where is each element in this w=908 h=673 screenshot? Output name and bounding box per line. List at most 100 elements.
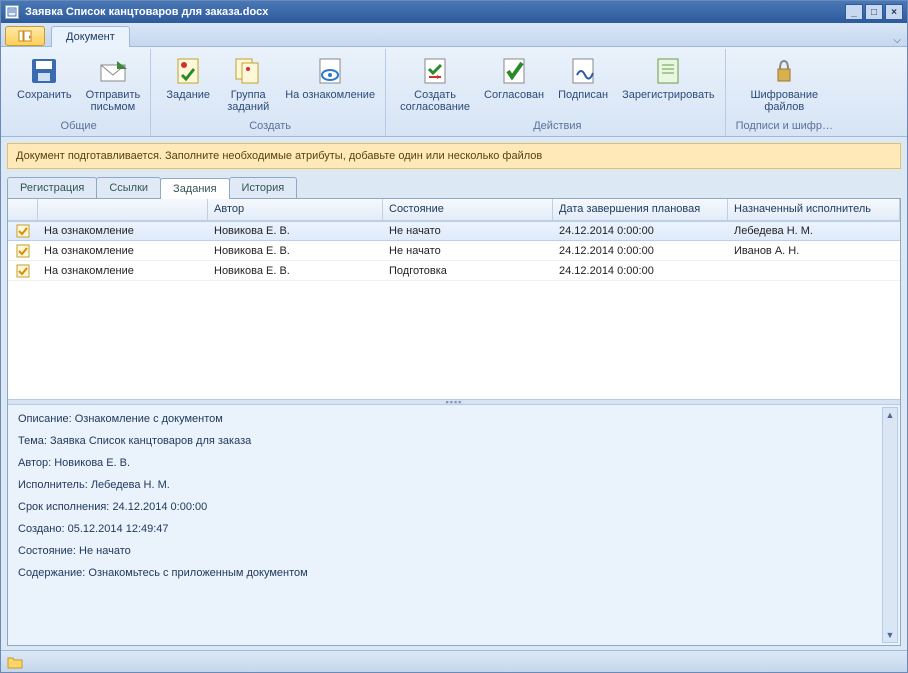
ribbon-button-label: Сохранить: [17, 89, 72, 101]
col-state[interactable]: Состояние: [383, 199, 553, 220]
desc-value: Ознакомление с документом: [75, 413, 223, 425]
maximize-button[interactable]: □: [865, 4, 883, 20]
ribbon-group: Создатьсогласование Согласован Подписан Зар…: [390, 49, 726, 136]
ribbon-taskgroup-button[interactable]: Группазаданий: [221, 53, 275, 115]
tab-2[interactable]: Задания: [160, 178, 229, 199]
folder-icon[interactable]: [7, 655, 23, 669]
content-value: Ознакомьтесь с приложенным документом: [88, 567, 307, 579]
created-label: Создано:: [18, 523, 65, 535]
status-bar: [1, 650, 907, 672]
cell-assignee: Лебедева Н. М.: [728, 223, 900, 239]
state-label: Состояние:: [18, 545, 76, 557]
task-icon: [8, 262, 38, 280]
ribbon-group: Шифрованиефайлов Подписи и шифр…: [730, 49, 839, 136]
cell-assignee: [728, 269, 900, 273]
table-row[interactable]: На ознакомлениеНовикова Е. В.Не начато24…: [8, 241, 900, 261]
details-scrollbar[interactable]: ▲ ▼: [882, 407, 898, 643]
grid-header: Автор Состояние Дата завершения плановая…: [8, 199, 900, 221]
ribbon-button-label: Подписан: [558, 89, 608, 101]
cell-state: Не начато: [383, 243, 553, 259]
ribbon-button-label: Создатьсогласование: [400, 89, 470, 113]
cell-state: Не начато: [383, 223, 553, 239]
col-name[interactable]: [38, 199, 208, 220]
col-author[interactable]: Автор: [208, 199, 383, 220]
ribbon-group: Сохранить Отправитьписьмом Общие: [7, 49, 151, 136]
ribbon-tab-document[interactable]: Документ: [51, 26, 130, 47]
assignee-value: Лебедева Н. М.: [91, 479, 170, 491]
tab-strip: РегистрацияСсылкиЗаданияИстория: [7, 175, 901, 199]
taskgroup-icon: [232, 55, 264, 87]
app-menu-button[interactable]: [5, 26, 45, 46]
ribbon-group-title: Общие: [61, 118, 97, 136]
deadline-label: Срок исполнения:: [18, 501, 109, 513]
splitter-grip-icon: ▪▪▪▪: [446, 400, 463, 404]
ribbon-button-label: Задание: [166, 89, 210, 101]
assignee-label: Исполнитель:: [18, 479, 88, 491]
register-icon: [652, 55, 684, 87]
cell-date: 24.12.2014 0:00:00: [553, 263, 728, 279]
window-title: Заявка Список канцтоваров для заказа.doc…: [25, 6, 268, 18]
task-icon: [8, 222, 38, 240]
cell-name: На ознакомление: [38, 263, 208, 279]
ribbon-group-title: Действия: [533, 118, 581, 136]
ribbon-button-label: Шифрованиефайлов: [750, 89, 818, 113]
col-date[interactable]: Дата завершения плановая: [553, 199, 728, 220]
cell-date: 24.12.2014 0:00:00: [553, 243, 728, 259]
save-icon: [28, 55, 60, 87]
col-icon[interactable]: [8, 199, 38, 220]
ribbon-button-label: Группазаданий: [227, 89, 269, 113]
ribbon-review-button[interactable]: На ознакомление: [281, 53, 379, 103]
ribbon-group: Задание Группазаданий На ознакомление Созда…: [155, 49, 386, 136]
cell-name: На ознакомление: [38, 223, 208, 239]
task-icon: [172, 55, 204, 87]
approve-icon: [419, 55, 451, 87]
ribbon-button-label: Зарегистрировать: [622, 89, 715, 101]
ribbon-collapse-button[interactable]: ⌵: [893, 35, 901, 46]
ribbon-tab-strip: Документ ⌵: [1, 23, 907, 47]
tab-1[interactable]: Ссылки: [96, 177, 161, 198]
author-label: Автор:: [18, 457, 51, 469]
ribbon: Сохранить Отправитьписьмом Общие Задание Гру…: [1, 47, 907, 137]
ribbon-task-button[interactable]: Задание: [161, 53, 215, 103]
ribbon-register-button[interactable]: Зарегистрировать: [618, 53, 719, 103]
ribbon-button-label: Отправитьписьмом: [86, 89, 141, 113]
cell-name: На ознакомление: [38, 243, 208, 259]
col-assignee[interactable]: Назначенный исполнитель: [728, 199, 900, 220]
close-button[interactable]: ×: [885, 4, 903, 20]
cell-assignee: Иванов А. Н.: [728, 243, 900, 259]
ribbon-button-label: Согласован: [484, 89, 544, 101]
approved-icon: [498, 55, 530, 87]
ribbon-encrypt-button[interactable]: Шифрованиефайлов: [746, 53, 822, 115]
ribbon-send-button[interactable]: Отправитьписьмом: [82, 53, 145, 115]
tab-3[interactable]: История: [229, 177, 298, 198]
cell-author: Новикова Е. В.: [208, 263, 383, 279]
document-icon: [5, 5, 19, 19]
author-value: Новикова Е. В.: [54, 457, 130, 469]
scroll-down-icon[interactable]: ▼: [883, 628, 897, 642]
minimize-button[interactable]: _: [845, 4, 863, 20]
topic-label: Тема:: [18, 435, 47, 447]
ribbon-approve-button[interactable]: Создатьсогласование: [396, 53, 474, 115]
tasks-grid: Автор Состояние Дата завершения плановая…: [8, 199, 900, 399]
content-area: Автор Состояние Дата завершения плановая…: [7, 199, 901, 646]
task-icon: [8, 242, 38, 260]
content-label: Содержание:: [18, 567, 85, 579]
send-icon: [97, 55, 129, 87]
ribbon-save-button[interactable]: Сохранить: [13, 53, 76, 103]
ribbon-button-label: На ознакомление: [285, 89, 375, 101]
tab-0[interactable]: Регистрация: [7, 177, 97, 198]
table-row[interactable]: На ознакомлениеНовикова Е. В.Не начато24…: [8, 221, 900, 241]
cell-date: 24.12.2014 0:00:00: [553, 223, 728, 239]
signed-icon: [567, 55, 599, 87]
info-bar: Документ подготавливается. Заполните нео…: [7, 143, 901, 169]
ribbon-signed-button[interactable]: Подписан: [554, 53, 612, 103]
ribbon-group-title: Создать: [249, 118, 291, 136]
ribbon-group-title: Подписи и шифр…: [736, 118, 833, 136]
table-row[interactable]: На ознакомлениеНовикова Е. В.Подготовка2…: [8, 261, 900, 281]
review-icon: [314, 55, 346, 87]
deadline-value: 24.12.2014 0:00:00: [112, 501, 207, 513]
title-bar: Заявка Список канцтоваров для заказа.doc…: [1, 1, 907, 23]
scroll-up-icon[interactable]: ▲: [883, 408, 897, 422]
ribbon-approved-button[interactable]: Согласован: [480, 53, 548, 103]
encrypt-icon: [768, 55, 800, 87]
